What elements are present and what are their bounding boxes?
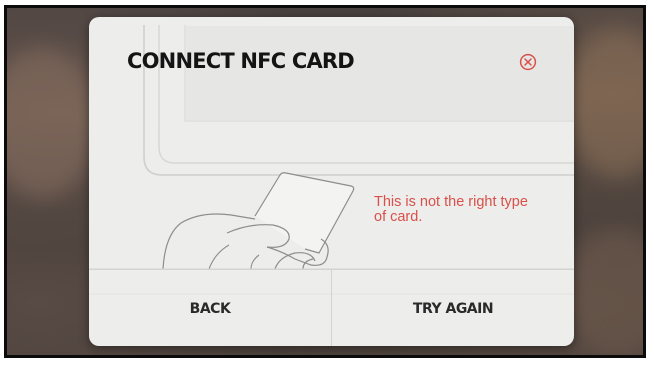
background-blur — [567, 228, 643, 355]
dialog-actions: BACK TRY AGAIN — [89, 269, 574, 346]
close-circle-icon — [519, 53, 537, 71]
dialog-title: CONNECT NFC CARD — [127, 49, 355, 73]
try-again-button[interactable]: TRY AGAIN — [332, 270, 574, 346]
close-button[interactable] — [518, 52, 538, 72]
nfc-connect-dialog: CONNECT NFC CARD This is not the right t… — [89, 17, 574, 346]
back-button[interactable]: BACK — [89, 270, 332, 346]
background-blur — [7, 48, 97, 198]
background-blur — [567, 28, 643, 178]
device-screen: CONNECT NFC CARD This is not the right t… — [4, 5, 646, 358]
error-message: This is not the right type of card. — [374, 194, 528, 225]
